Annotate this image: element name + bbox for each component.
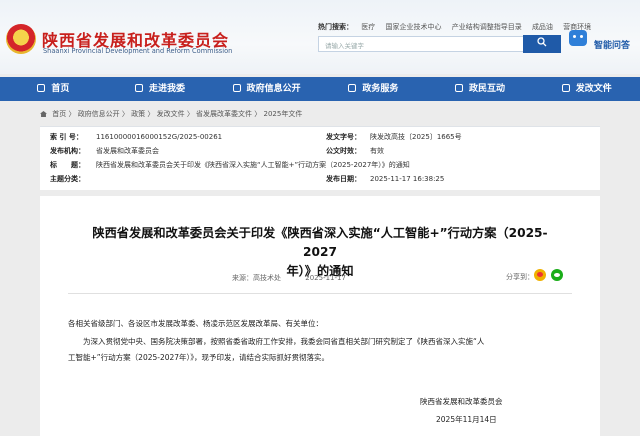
meta-topic: 主题分类：	[50, 174, 96, 184]
sign-date: 2025年11月14日	[436, 415, 497, 424]
meta-doc-no: 发文字号： 陕发改高技〔2025〕1665号	[326, 132, 462, 142]
site-header: 陕西省发展和改革委员会 Shaanxi Provincial Developme…	[0, 0, 640, 74]
nav-label: 政务服务	[362, 84, 399, 94]
search-input[interactable]: 请输入关键字	[318, 36, 524, 52]
meta-value: 陕西省发展和改革委员会关于印发《陕西省深入实施“人工智能+”行动方案（2025-…	[96, 161, 410, 169]
chat-icon	[455, 84, 464, 92]
meta-label: 主题分类：	[50, 175, 85, 183]
home-icon	[37, 84, 46, 92]
article-source: 来源：高技术处	[232, 274, 281, 282]
breadcrumb-item[interactable]: 2025年文件	[264, 110, 303, 118]
article-source-line: 来源：高技术处 2025-11-17	[232, 273, 368, 283]
meta-label: 发文字号：	[326, 133, 361, 141]
body-salutation: 各相关省级部门、各设区市发展改革委、杨凌示范区发展改革局、有关单位：	[68, 319, 323, 328]
breadcrumb-item[interactable]: 首页	[52, 110, 66, 118]
nav-services[interactable]: 政务服务	[320, 77, 427, 101]
meta-value: 11610000016000152G/2025-00261	[96, 133, 223, 141]
main-nav: 首页 走进我委 政府信息公开 政务服务 政民互动 发改文件	[0, 77, 640, 101]
service-icon	[348, 84, 357, 92]
breadcrumb-item[interactable]: 政府信息公开	[78, 110, 120, 118]
nav-about[interactable]: 走进我委	[107, 77, 214, 101]
article-date: 2025-11-17	[305, 274, 346, 282]
breadcrumb-item[interactable]: 政策	[131, 110, 145, 118]
search-button[interactable]	[523, 35, 561, 53]
smart-qa-link[interactable]: 智能问答	[594, 38, 630, 51]
site-subtitle: Shaanxi Provincial Development and Refor…	[43, 47, 233, 55]
hot-search-term[interactable]: 产业结构调整指导目录	[452, 23, 522, 31]
hot-search-term[interactable]: 国家企业技术中心	[385, 23, 441, 31]
meta-label: 公文时效：	[326, 147, 361, 155]
meta-label: 发布日期：	[326, 175, 361, 183]
nav-label: 首页	[51, 84, 70, 94]
breadcrumb-item[interactable]: 省发展改革委文件	[196, 110, 252, 118]
nav-label: 发改文件	[575, 84, 612, 94]
meta-validity: 公文时效： 有效	[326, 146, 384, 156]
wechat-icon[interactable]	[551, 269, 563, 281]
nav-interaction[interactable]: 政民互动	[427, 77, 534, 101]
document-meta: 索 引 号： 11610000016000152G/2025-00261 发文字号…	[40, 126, 600, 190]
divider	[68, 293, 572, 294]
meta-label: 标 题：	[50, 161, 85, 169]
meta-value: 2025-11-17 16:38:25	[370, 175, 445, 183]
hot-search: 热门搜索： 医疗 国家企业技术中心 产业结构调整指导目录 成品油 营商环境	[318, 22, 599, 32]
nav-home[interactable]: 首页	[0, 77, 107, 101]
people-icon	[135, 84, 143, 92]
file-icon	[561, 84, 570, 92]
body-paragraph: 工智能+”行动方案（2025-2027年）》，现予印发，请结合实际抓好贯彻落实。	[68, 353, 330, 362]
nav-gov-info[interactable]: 政府信息公开	[213, 77, 320, 101]
nav-label: 政民互动	[469, 84, 506, 94]
breadcrumb-item[interactable]: 发改文件	[157, 110, 185, 118]
robot-icon[interactable]	[569, 30, 587, 46]
document-icon	[232, 84, 241, 92]
signature: 陕西省发展和改革委员会	[420, 397, 503, 406]
meta-date: 发布日期： 2025-11-17 16:38:25	[326, 174, 444, 184]
nav-documents[interactable]: 发改文件	[533, 77, 640, 101]
meta-value: 陕发改高技〔2025〕1665号	[370, 133, 462, 141]
meta-title: 标 题： 陕西省发展和改革委员会关于印发《陕西省深入实施“人工智能+”行动方案（2…	[50, 160, 410, 170]
nav-label: 政府信息公开	[246, 84, 301, 94]
hot-search-label: 热门搜索：	[318, 23, 353, 31]
meta-index: 索 引 号： 11610000016000152G/2025-00261	[50, 132, 222, 142]
weibo-icon[interactable]	[534, 269, 546, 281]
search-icon	[537, 37, 547, 47]
share-label: 分享到：	[506, 273, 534, 281]
home-icon	[40, 111, 47, 117]
article-title-line: 陕西省发展和改革委员会关于印发《陕西省深入实施“人工智能+”行动方案（2025-…	[92, 226, 548, 259]
nav-label: 走进我委	[149, 84, 186, 94]
meta-value: 省发展和改革委员会	[96, 147, 159, 155]
hot-search-term[interactable]: 成品油	[532, 23, 553, 31]
meta-label: 发布机构：	[50, 147, 85, 155]
meta-issuer: 发布机构： 省发展和改革委员会	[50, 146, 159, 156]
body-paragraph: 为深入贯彻党中央、国务院决策部署，按照省委省政府工作安排，我委会同省直相关部门研…	[83, 337, 485, 346]
meta-label: 索 引 号：	[50, 133, 83, 141]
meta-value: 有效	[370, 147, 384, 155]
article: 陕西省发展和改革委员会关于印发《陕西省深入实施“人工智能+”行动方案（2025-…	[40, 196, 600, 436]
national-emblem-icon	[6, 24, 36, 54]
hot-search-term[interactable]: 医疗	[361, 23, 375, 31]
breadcrumb: 首页 〉 政府信息公开 〉 政策 〉 发改文件 〉 省发展改革委文件 〉 202…	[40, 109, 302, 119]
